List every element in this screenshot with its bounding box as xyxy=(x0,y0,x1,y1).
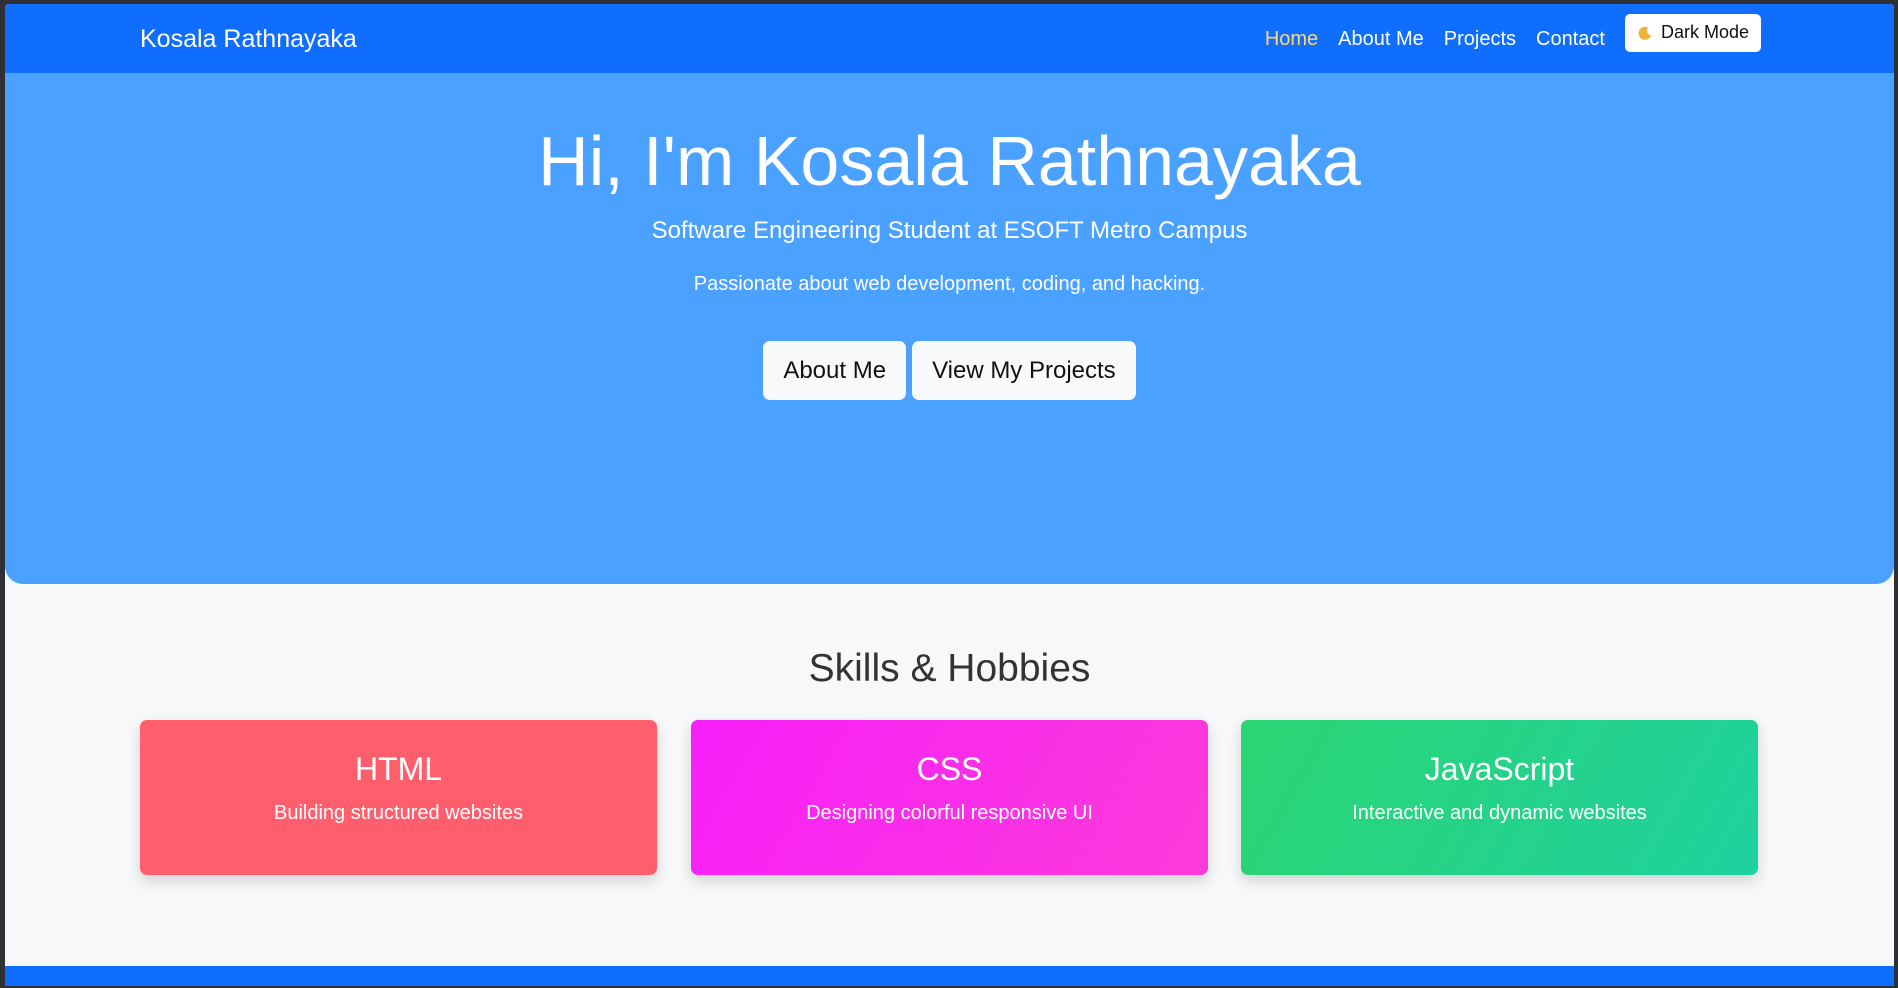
skill-card-title: JavaScript xyxy=(1424,751,1575,787)
hero-tagline: Passionate about web development, coding… xyxy=(693,273,1206,295)
navbar: Kosala Rathnayaka Home About Me Projects… xyxy=(5,4,1894,73)
skill-card-description: Interactive and dynamic websites xyxy=(1352,802,1647,824)
hero-subtitle: Software Engineering Student at ESOFT Me… xyxy=(651,217,1248,244)
view-projects-button[interactable]: View My Projects xyxy=(912,341,1136,400)
nav-link-home[interactable]: Home xyxy=(1265,27,1318,51)
hero-title: Hi, I'm Kosala Rathnayaka xyxy=(538,122,1361,200)
dark-mode-button[interactable]: Dark Mode xyxy=(1624,13,1761,52)
brand-link[interactable]: Kosala Rathnayaka xyxy=(140,24,357,54)
dark-mode-label: Dark Mode xyxy=(1660,22,1749,42)
skill-card-javascript: JavaScript Interactive and dynamic websi… xyxy=(1241,720,1758,875)
nav-link-about[interactable]: About Me xyxy=(1338,27,1424,51)
nav-links: Home About Me Projects Contact Dark Mode xyxy=(1245,4,1894,73)
skills-title: Skills & Hobbies xyxy=(808,647,1091,690)
about-me-button[interactable]: About Me xyxy=(763,341,907,400)
skill-card-title: CSS xyxy=(916,751,983,787)
skill-card-title: HTML xyxy=(354,751,443,787)
skill-card-css: CSS Designing colorful responsive UI xyxy=(691,720,1208,875)
footer xyxy=(5,966,1894,986)
moon-icon xyxy=(1637,25,1653,41)
nav-link-projects[interactable]: Projects xyxy=(1444,27,1516,51)
nav-link-contact[interactable]: Contact xyxy=(1536,27,1605,51)
skill-card-html: HTML Building structured websites xyxy=(140,720,657,875)
hero-section: Hi, I'm Kosala Rathnayaka Software Engin… xyxy=(5,73,1894,584)
skill-card-description: Designing colorful responsive UI xyxy=(806,802,1093,824)
skill-card-description: Building structured websites xyxy=(273,802,523,824)
browser-viewport: Kosala Rathnayaka Home About Me Projects… xyxy=(5,4,1894,986)
hero-buttons: About Me View My Projects xyxy=(5,341,1894,400)
